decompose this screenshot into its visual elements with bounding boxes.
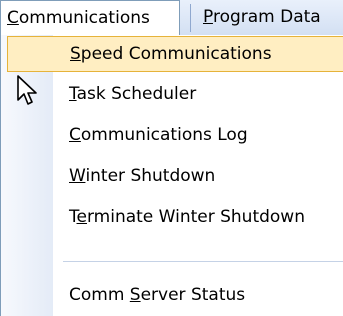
menu-item-label: Terminate Winter Shutdown (69, 200, 305, 234)
label-mnemonic: e (76, 207, 87, 227)
menu-item-comm-server-status[interactable]: Comm Server Status (7, 278, 343, 314)
label-mnemonic: S (70, 44, 81, 64)
label-mnemonic: C (69, 125, 81, 145)
arrow-cursor-icon (17, 75, 37, 105)
label-post: peed Communications (80, 44, 272, 64)
menu-program-data-label-post: rogram Data (212, 7, 321, 27)
menu-item-terminate-winter-shutdown[interactable]: Terminate Winter Shutdown (7, 200, 343, 236)
menu-communications[interactable]: Communications (0, 0, 180, 36)
menu-program-data-mnemonic: P (203, 7, 213, 27)
menu-separator (63, 261, 343, 262)
menu-bar: Communications Program Data (0, 0, 343, 36)
menu-item-label: Speed Communications (70, 37, 272, 71)
label-post: inter Shutdown (85, 166, 216, 186)
label-mnemonic: S (129, 285, 141, 305)
label-post: ask Scheduler (76, 84, 197, 104)
menu-program-data[interactable]: Program Data (194, 0, 327, 36)
label-mnemonic: W (69, 166, 86, 186)
menu-item-label: Winter Shutdown (69, 159, 215, 193)
app-window: Communications Program Data Speed Commun… (0, 0, 343, 316)
menu-item-communications-log[interactable]: Communications Log (7, 118, 343, 154)
label-pre: Comm (69, 285, 130, 305)
menu-item-speed-communications[interactable]: Speed Communications (7, 36, 343, 72)
menu-item-task-scheduler[interactable]: Task Scheduler (7, 77, 343, 113)
label-post: ommunications Log (80, 125, 248, 145)
label-post: erver Status (140, 285, 246, 305)
label-pre: T (69, 207, 77, 227)
menu-item-label: Task Scheduler (69, 77, 196, 111)
menu-communications-label-post: ommunications (18, 8, 150, 28)
label-post: rminate Winter Shutdown (86, 207, 305, 227)
menu-bar-divider (190, 4, 191, 32)
communications-dropdown: Speed Communications Task Scheduler Comm… (0, 35, 343, 316)
label-mnemonic: T (69, 84, 77, 104)
menu-item-winter-shutdown[interactable]: Winter Shutdown (7, 159, 343, 195)
menu-item-label: Comm Server Status (69, 278, 245, 312)
menu-item-label: Communications Log (69, 118, 248, 152)
menu-communications-mnemonic: C (7, 8, 19, 28)
